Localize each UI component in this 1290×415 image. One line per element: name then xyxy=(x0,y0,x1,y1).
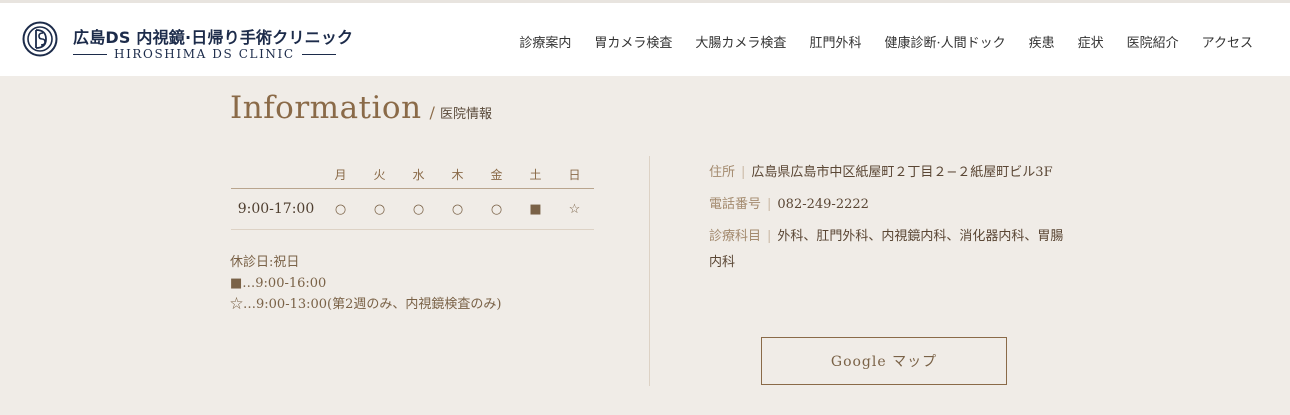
hours-mark-square: ■ xyxy=(529,201,542,217)
site-header: 広島DS 内視鏡·日帰り手術クリニック HIROSHIMA DS CLINIC … xyxy=(0,3,1290,76)
clinic-details: 住所 | 広島県広島市中区紙屋町２丁目２−２紙屋町ビル3F 電話番号 | 082-249… xyxy=(709,160,1069,282)
section-title: Information / 医院情報 xyxy=(230,90,492,126)
hours-time: 9:00-17:00 xyxy=(237,201,315,217)
hours-mark: ○ xyxy=(412,201,425,217)
phone-label: 電話番号 xyxy=(709,197,762,212)
star-mark-note: ☆…9:00-13:00(第2週のみ、内視鏡検査のみ) xyxy=(230,297,502,312)
clinic-name[interactable]: 広島DS 内視鏡·日帰り手術クリニック xyxy=(73,24,353,48)
address-row: 住所 | 広島県広島市中区紙屋町２丁目２−２紙屋町ビル3F xyxy=(709,160,1069,186)
phone-value[interactable]: 082-249-2222 xyxy=(777,197,869,212)
clinic-name-en-text: HIROSHIMA DS CLINIC xyxy=(114,47,295,61)
nav-item-diseases[interactable]: 疾患 xyxy=(1029,32,1055,51)
phone-row: 電話番号 | 082-249-2222 xyxy=(709,192,1069,218)
section-title-separator: / xyxy=(429,103,435,122)
logo-dash-right xyxy=(301,53,336,55)
day-header: 月 xyxy=(334,167,347,182)
address-label: 住所 xyxy=(709,165,736,180)
hours-mark: ○ xyxy=(373,201,386,217)
nav-item-proctology[interactable]: 肛門外科 xyxy=(809,32,861,51)
hours-header-row: 月 火 水 木 金 土 日 xyxy=(231,160,594,189)
nav-item-gastroscopy[interactable]: 胃カメラ検査 xyxy=(594,32,672,51)
logo-dash-left xyxy=(73,53,107,55)
clinic-logo-icon[interactable] xyxy=(22,21,58,57)
address-value: 広島県広島市中区紙屋町２丁目２−２紙屋町ビル3F xyxy=(751,165,1053,180)
hours-table: 月 火 水 木 金 土 日 9:00-17:00 ○ ○ ○ ○ ○ ■ ☆ xyxy=(231,160,594,230)
department-label: 診療科目 xyxy=(709,229,762,244)
main-nav: 診療案内 胃カメラ検査 大腸カメラ検査 肛門外科 健康診断·人間ドック 疾患 症… xyxy=(496,32,1253,51)
hours-header-blank xyxy=(231,160,321,189)
nav-item-about[interactable]: 医院紹介 xyxy=(1127,32,1179,51)
hours-mark: ○ xyxy=(334,201,347,217)
label-divider: | xyxy=(741,165,746,180)
day-header: 火 xyxy=(373,167,386,182)
department-row: 診療科目 | 外科、肛門外科、内視鏡内科、消化器内科、胃腸内科 xyxy=(709,224,1069,276)
day-header: 木 xyxy=(451,167,464,182)
closed-days-note: 休診日:祝日 xyxy=(230,255,300,270)
hours-mark: ○ xyxy=(490,201,503,217)
hours-row: 9:00-17:00 ○ ○ ○ ○ ○ ■ ☆ xyxy=(231,189,594,230)
section-title-en: Information xyxy=(230,90,422,126)
hours-mark: ○ xyxy=(451,201,464,217)
department-value: 外科、肛門外科、内視鏡内科、消化器内科、胃腸内科 xyxy=(709,229,1064,270)
hours-notes: 休診日:祝日 ■…9:00-16:00 ☆…9:00-13:00(第2週のみ、内… xyxy=(230,252,501,315)
day-header: 日 xyxy=(568,167,581,182)
label-divider: | xyxy=(767,229,772,244)
column-divider xyxy=(649,156,650,386)
nav-item-colonoscopy[interactable]: 大腸カメラ検査 xyxy=(695,32,786,51)
day-header: 土 xyxy=(529,167,542,182)
nav-item-access[interactable]: アクセス xyxy=(1202,32,1253,51)
section-title-jp: 医院情報 xyxy=(439,107,492,122)
square-mark-note: ■…9:00-16:00 xyxy=(230,276,327,291)
day-header: 金 xyxy=(490,167,503,182)
hours-mark-star: ☆ xyxy=(568,201,581,217)
nav-item-health-checkup[interactable]: 健康診断·人間ドック xyxy=(884,32,1005,51)
nav-item-symptoms[interactable]: 症状 xyxy=(1078,32,1104,51)
day-header: 水 xyxy=(412,167,425,182)
google-map-button[interactable]: Google マップ xyxy=(761,337,1007,385)
nav-item-services[interactable]: 診療案内 xyxy=(519,32,571,51)
clinic-name-en: HIROSHIMA DS CLINIC xyxy=(73,47,336,61)
label-divider: | xyxy=(767,197,772,212)
